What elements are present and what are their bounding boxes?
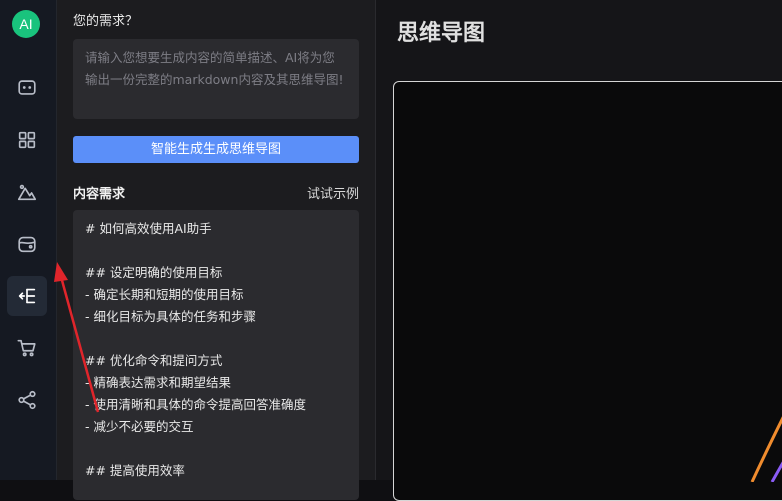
content-line: [85, 240, 347, 262]
share-icon: [18, 390, 36, 410]
mindmap-nav[interactable]: [7, 276, 47, 316]
content-line: - 使用清晰和具体的命令提高回答准确度: [85, 397, 306, 412]
wallet-nav[interactable]: [7, 224, 47, 264]
input-panel: 您的需求？ 请输入您想要生成内容的简单描述、AI将为您输出一份完整的markdo…: [57, 0, 376, 500]
mindmap-area: 思维导图: [376, 0, 782, 501]
mindmap-canvas[interactable]: [393, 81, 782, 501]
cart-icon: [17, 339, 36, 357]
image-landscape-icon: [17, 184, 37, 201]
apps-nav[interactable]: [7, 120, 47, 160]
content-section-title: 内容需求: [73, 187, 126, 202]
app-logo[interactable]: AI: [12, 10, 40, 38]
content-line: ## 优化命令和提问方式: [85, 353, 223, 368]
try-example-link[interactable]: 试试示例: [307, 183, 359, 202]
content-line: - 确定长期和短期的使用目标: [85, 287, 244, 302]
chat-icon: [18, 80, 36, 95]
page-title: 思维导图: [397, 21, 486, 46]
content-line: ## 设定明确的使用目标: [85, 265, 223, 280]
mindmap-branches: [750, 416, 782, 482]
share-nav[interactable]: [7, 380, 47, 420]
content-line: - 减少不必要的交互: [85, 419, 194, 434]
chat-nav[interactable]: [7, 68, 47, 108]
content-line: [85, 438, 347, 460]
content-line: [85, 328, 347, 350]
content-line: # 如何高效使用AI助手: [85, 221, 212, 236]
content-line: - 精确表达需求和期望结果: [85, 375, 231, 390]
content-line: ## 提高使用效率: [85, 463, 185, 478]
cart-nav[interactable]: [7, 328, 47, 368]
image-nav[interactable]: [7, 172, 47, 212]
markdown-content-editor[interactable]: # 如何高效使用AI助手 ## 设定明确的使用目标 - 确定长期和短期的使用目标…: [73, 210, 359, 500]
apps-grid-icon: [18, 131, 36, 149]
mindmap-icon: [18, 288, 36, 304]
prompt-input[interactable]: 请输入您想要生成内容的简单描述、AI将为您输出一份完整的markdown内容及其…: [73, 39, 359, 119]
generate-mindmap-button[interactable]: 智能生成生成思维导图: [73, 136, 359, 163]
content-line: - 细化目标为具体的任务和步骤: [85, 309, 256, 324]
wallet-icon: [18, 236, 36, 253]
branch-line-purple: [770, 461, 782, 482]
sidebar: AI: [0, 0, 57, 480]
question-label: 您的需求？: [73, 14, 139, 29]
